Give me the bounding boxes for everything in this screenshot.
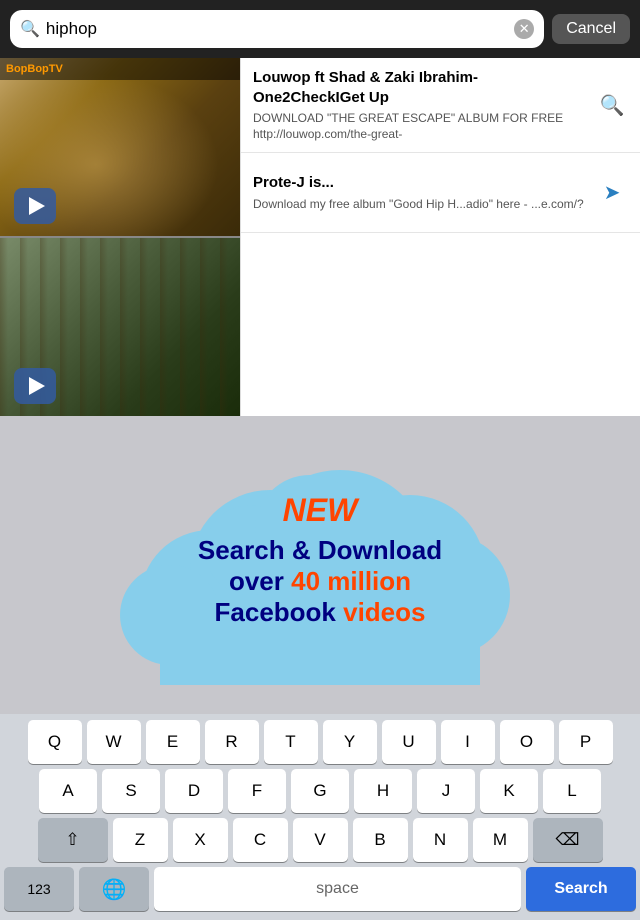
key-A[interactable]: A <box>39 769 97 813</box>
globe-key[interactable]: 🌐 <box>79 867 149 911</box>
space-key[interactable]: space <box>154 867 521 911</box>
cancel-button[interactable]: Cancel <box>552 14 630 44</box>
key-O[interactable]: O <box>500 720 554 764</box>
thumb-logo: BopBopTV <box>6 63 63 75</box>
keyboard: Q W E R T Y U I O P A S D F G H J K L ⇧ … <box>0 714 640 920</box>
key-F[interactable]: F <box>228 769 286 813</box>
play-button-1[interactable] <box>14 188 56 224</box>
keyboard-row-4: 123 🌐 space Search <box>4 867 636 911</box>
cloud-shape: NEW Search & Download over 40 million Fa… <box>110 420 530 700</box>
key-W[interactable]: W <box>87 720 141 764</box>
key-Z[interactable]: Z <box>113 818 168 862</box>
search-icon: 🔍 <box>20 19 40 39</box>
result-item-1[interactable]: Prote-J is... Download my free album "Go… <box>241 153 640 233</box>
result-action-search-0[interactable]: 🔍 <box>596 93 628 118</box>
key-S[interactable]: S <box>102 769 160 813</box>
key-U[interactable]: U <box>382 720 436 764</box>
key-B[interactable]: B <box>353 818 408 862</box>
key-N[interactable]: N <box>413 818 468 862</box>
key-K[interactable]: K <box>480 769 538 813</box>
key-H[interactable]: H <box>354 769 412 813</box>
key-I[interactable]: I <box>441 720 495 764</box>
result-action-share-1[interactable]: ➤ <box>596 180 628 205</box>
search-bar: 🔍 ✕ Cancel <box>0 0 640 58</box>
result-title-0: Louwop ft Shad & Zaki Ibrahim- One2Check… <box>253 68 588 107</box>
key-T[interactable]: T <box>264 720 318 764</box>
results-list: Louwop ft Shad & Zaki Ibrahim- One2Check… <box>240 58 640 416</box>
thumbnails-column: BopBopTV <box>0 58 240 416</box>
numbers-key[interactable]: 123 <box>4 867 74 911</box>
play-button-2[interactable] <box>14 368 56 404</box>
search-input[interactable] <box>46 19 508 39</box>
keyboard-row-2: A S D F G H J K L <box>4 769 636 813</box>
key-Y[interactable]: Y <box>323 720 377 764</box>
thumbnail-1[interactable]: BopBopTV <box>0 58 240 238</box>
cloud-text: NEW Search & Download over 40 million Fa… <box>158 472 482 649</box>
result-text-0: Louwop ft Shad & Zaki Ibrahim- One2Check… <box>253 68 588 142</box>
cloud-new-label: NEW <box>198 492 442 529</box>
key-G[interactable]: G <box>291 769 349 813</box>
key-C[interactable]: C <box>233 818 288 862</box>
play-icon-2 <box>29 377 45 395</box>
result-item-0[interactable]: Louwop ft Shad & Zaki Ibrahim- One2Check… <box>241 58 640 153</box>
key-E[interactable]: E <box>146 720 200 764</box>
cloud-line3: Facebook videos <box>198 597 442 628</box>
key-V[interactable]: V <box>293 818 348 862</box>
result-text-1: Prote-J is... Download my free album "Go… <box>253 173 588 212</box>
cloud-line2: over 40 million <box>198 566 442 597</box>
results-area: BopBopTV Louwop ft Shad & Zaki Ibrahim- … <box>0 58 640 416</box>
key-J[interactable]: J <box>417 769 475 813</box>
cloud-line1: Search & Download <box>198 535 442 566</box>
key-D[interactable]: D <box>165 769 223 813</box>
search-button[interactable]: Search <box>526 867 636 911</box>
key-M[interactable]: M <box>473 818 528 862</box>
result-title-1: Prote-J is... <box>253 173 588 193</box>
key-L[interactable]: L <box>543 769 601 813</box>
play-icon-1 <box>29 197 45 215</box>
search-input-wrap: 🔍 ✕ <box>10 10 544 48</box>
shift-key[interactable]: ⇧ <box>38 818 108 862</box>
clear-button[interactable]: ✕ <box>514 19 534 39</box>
key-R[interactable]: R <box>205 720 259 764</box>
thumbnail-2[interactable] <box>0 238 240 416</box>
result-desc-0: DOWNLOAD "THE GREAT ESCAPE" ALBUM FOR FR… <box>253 111 588 142</box>
key-X[interactable]: X <box>173 818 228 862</box>
delete-key[interactable]: ⌫ <box>533 818 603 862</box>
keyboard-row-3: ⇧ Z X C V B N M ⌫ <box>4 818 636 862</box>
result-desc-1: Download my free album "Good Hip H...adi… <box>253 197 588 213</box>
key-Q[interactable]: Q <box>28 720 82 764</box>
promo-overlay: NEW Search & Download over 40 million Fa… <box>110 420 530 700</box>
key-P[interactable]: P <box>559 720 613 764</box>
keyboard-row-1: Q W E R T Y U I O P <box>4 720 636 764</box>
